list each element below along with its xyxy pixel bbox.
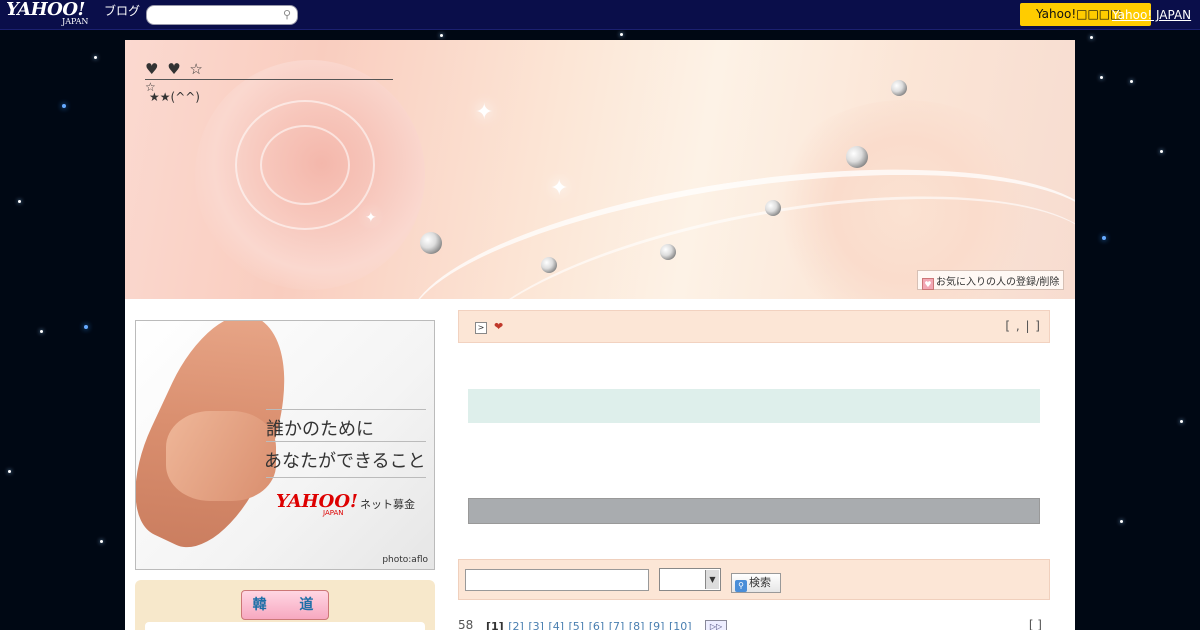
arrow-icon[interactable]: > <box>475 322 487 334</box>
divider <box>266 409 426 410</box>
page-link[interactable]: [5] <box>569 620 585 630</box>
heart-icon: ♥ <box>922 278 934 290</box>
ad-photo-credit: photo:aflo <box>382 555 428 565</box>
jewel-bead <box>660 244 676 260</box>
jewel-bead <box>420 232 442 254</box>
jewel-bead <box>846 146 868 168</box>
page-links: [1] [2] [3] [4] [5] [6] [7] [8] [9] [10] <box>486 620 693 630</box>
favorite-label: お気に入りの人の登録/削除 <box>936 277 1060 288</box>
jewel-bead <box>541 257 557 273</box>
sidebar-inner-panel <box>145 622 425 630</box>
top-search-box: ⚲ <box>146 5 298 25</box>
ad-brand-sub: JAPAN <box>323 509 344 517</box>
page-link[interactable]: [9] <box>649 620 665 630</box>
sparkle-icon: ✦ <box>475 100 494 125</box>
next-page-icon[interactable]: ▷▷ <box>705 620 727 630</box>
sparkle-icon: ✦ <box>365 210 377 226</box>
ad-headline-2: あなたができること <box>264 451 426 472</box>
yahoo-japan-link[interactable]: Yahoo! JAPAN <box>1112 8 1191 22</box>
hand-image <box>166 411 276 501</box>
page-link[interactable]: [10] <box>669 620 692 630</box>
blog-header-banner: ✦ ✦ ✦ ♥ ♥ ☆ ☆ ★★(^^) ♥ お気に入りの人の登録/削除 <box>125 40 1075 299</box>
jewel-bead <box>765 200 781 216</box>
post-count: 58 <box>458 618 474 630</box>
yahoo-japan-logo[interactable]: YAHOO! JAPAN ブログ <box>6 1 140 26</box>
post-header: > ❤ [ , | ] <box>458 310 1050 343</box>
ad-brand: YAHOO! <box>276 491 358 512</box>
ad-service: ネット募金 <box>360 498 415 511</box>
search-button[interactable]: ⚲ 検索 <box>731 573 781 593</box>
page-link[interactable]: [7] <box>609 620 625 630</box>
blog-search-panel: ▼ ⚲ 検索 <box>458 559 1050 600</box>
post-title[interactable]: ❤ <box>494 320 503 333</box>
charity-ad-banner[interactable]: 誰かのために あなたができること YAHOO! JAPAN ネット募金 phot… <box>135 320 435 570</box>
post-meta: [ , | ] <box>1005 319 1041 333</box>
page-link[interactable]: [3] <box>528 620 544 630</box>
pagination: 58 [1] [2] [3] [4] [5] [6] [7] [8] [9] [… <box>458 618 1050 630</box>
sparkle-icon: ✦ <box>550 176 569 201</box>
page-link[interactable]: [4] <box>548 620 564 630</box>
top-navigation-bar: YAHOO! JAPAN ブログ ⚲ Yahoo!□□□□ Yahoo! JAP… <box>0 0 1200 30</box>
subtitle-text: ★★(^^) <box>149 90 200 104</box>
blog-main-container: ✦ ✦ ✦ ♥ ♥ ☆ ☆ ★★(^^) ♥ お気に入りの人の登録/削除 誰かのた… <box>125 40 1075 630</box>
pager-bracket: [ ] <box>1028 618 1042 630</box>
divider <box>266 477 426 478</box>
chevron-down-icon[interactable]: ▼ <box>705 570 719 589</box>
logo-sub: JAPAN <box>62 17 89 26</box>
favorite-register-button[interactable]: ♥ お気に入りの人の登録/削除 <box>917 270 1065 290</box>
page-link[interactable]: [8] <box>629 620 645 630</box>
page-link[interactable]: [1] <box>486 620 504 630</box>
page-link[interactable]: [6] <box>589 620 605 630</box>
sidebar-category-button[interactable]: 韓 道 <box>241 590 329 620</box>
jewel-bead <box>891 80 907 96</box>
blog-title[interactable]: ♥ ♥ ☆ <box>145 60 393 80</box>
search-icon[interactable]: ⚲ <box>283 8 291 21</box>
divider <box>266 441 426 442</box>
blog-search-input[interactable] <box>465 569 649 591</box>
search-button-label: 検索 <box>749 576 771 589</box>
post-content-bar <box>468 389 1040 423</box>
page-link[interactable]: [2] <box>508 620 524 630</box>
ad-headline-1: 誰かのために <box>266 419 374 440</box>
post-content-bar <box>468 498 1040 524</box>
top-search-input[interactable] <box>153 6 283 24</box>
search-icon: ⚲ <box>735 580 747 592</box>
sidebar-box: 韓 道 <box>135 580 435 630</box>
search-scope-select[interactable]: ▼ <box>659 568 721 591</box>
rose-petal <box>260 125 350 205</box>
blog-label: ブログ <box>104 4 141 18</box>
